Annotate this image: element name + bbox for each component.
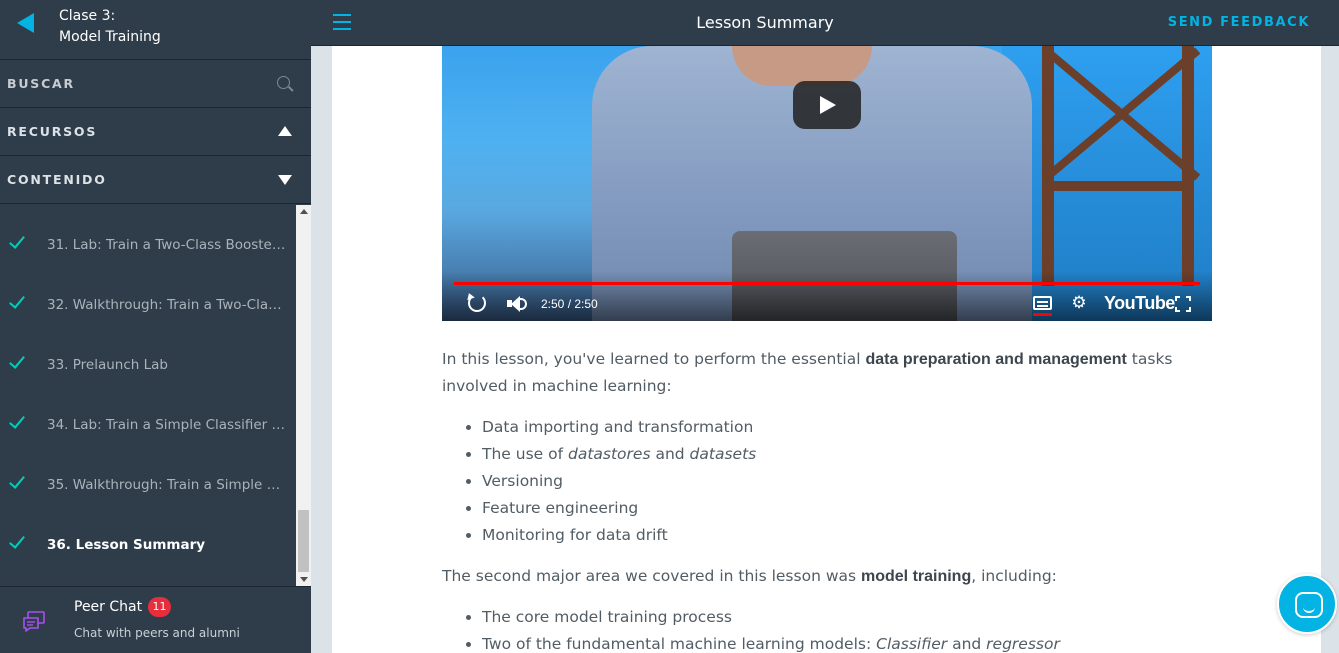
search-icon[interactable] [277, 76, 290, 89]
training-list: The core model training process Two of t… [482, 604, 1212, 653]
lesson-scrollbar[interactable] [296, 205, 311, 586]
send-feedback-link[interactable]: SEND FEEDBACK [1168, 15, 1310, 30]
text: The use of [482, 445, 568, 463]
video-scene [1042, 181, 1194, 191]
emphasis: model training [861, 568, 972, 585]
data-tasks-list: Data importing and transformation The us… [482, 414, 1212, 549]
video-progress-bar[interactable] [454, 282, 1200, 285]
video-time: 2:50 / 2:50 [541, 297, 598, 311]
course-title: Clase 3: Model Training [59, 6, 161, 48]
lesson-article: In this lesson, you've learned to perfor… [442, 346, 1212, 653]
lesson-label: 33. Prelaunch Lab [47, 357, 168, 373]
replay-icon[interactable] [468, 294, 486, 312]
emphasis: data preparation and management [865, 351, 1127, 368]
list-item: Two of the fundamental machine learning … [482, 631, 1212, 653]
video-player[interactable]: 2:50 / 2:50 ⚙ YouTube [442, 46, 1212, 321]
course-line-1: Clase 3: [59, 8, 116, 24]
page-title: Lesson Summary [696, 13, 834, 32]
italic-term: datasets [689, 445, 757, 463]
list-item: The use of datastores and datasets [482, 441, 1212, 468]
settings-gear-icon[interactable]: ⚙ [1071, 295, 1087, 312]
scroll-thumb[interactable] [298, 510, 309, 572]
italic-term: regressor [986, 635, 1060, 653]
peer-chat-subtitle: Chat with peers and alumni [74, 626, 240, 640]
resources-toggle[interactable]: RECURSOS [0, 108, 311, 156]
lesson-label: 36. Lesson Summary [47, 537, 206, 553]
top-bar: Lesson Summary SEND FEEDBACK [311, 0, 1339, 46]
lesson-list: 31. Lab: Train a Two-Class Boosted Decis… [0, 205, 296, 586]
italic-term: datastores [567, 445, 651, 463]
check-icon [9, 472, 25, 489]
peer-chat-title: Peer Chat [74, 599, 143, 615]
italic-term: Classifier [876, 635, 948, 653]
lesson-label: 32. Walkthrough: Train a Two-Class Boost… [47, 297, 287, 313]
chat-icon [23, 611, 45, 632]
lesson-item-34[interactable]: 34. Lab: Train a Simple Classifier with … [0, 391, 296, 451]
unread-badge: 11 [148, 597, 171, 617]
scroll-down-icon[interactable] [300, 577, 308, 582]
check-icon [9, 232, 25, 249]
check-icon [9, 532, 25, 549]
lesson-label: 34. Lab: Train a Simple Classifier with … [47, 417, 287, 433]
list-item: Versioning [482, 468, 1212, 495]
check-icon [9, 412, 25, 429]
lesson-label: 31. Lab: Train a Two-Class Boosted Decis… [47, 237, 287, 253]
captions-icon[interactable] [1033, 296, 1052, 310]
text: The second major area we covered in this… [442, 567, 861, 585]
list-item: Monitoring for data drift [482, 522, 1212, 549]
lesson-item-31[interactable]: 31. Lab: Train a Two-Class Boosted Decis… [0, 211, 296, 271]
lesson-item-35[interactable]: 35. Walkthrough: Train a Simple Classifi… [0, 451, 296, 511]
text: In this lesson, you've learned to perfor… [442, 350, 866, 368]
lesson-item-36[interactable]: 36. Lesson Summary [0, 511, 296, 571]
search-row[interactable]: BUSCAR [0, 60, 311, 108]
help-chat-icon [1295, 592, 1323, 618]
check-icon [9, 292, 25, 309]
list-item: The core model training process [482, 604, 1212, 631]
video-presenter-neck [732, 46, 872, 86]
lesson-item-32[interactable]: 32. Walkthrough: Train a Two-Class Boost… [0, 271, 296, 331]
lesson-item-33[interactable]: 33. Prelaunch Lab [0, 331, 296, 391]
video-controls: 2:50 / 2:50 ⚙ YouTube [442, 286, 1212, 321]
lesson-content[interactable]: 2:50 / 2:50 ⚙ YouTube In this lesson, yo… [332, 46, 1321, 653]
content-toggle[interactable]: CONTENIDO [0, 156, 311, 204]
course-line-2: Model Training [59, 29, 161, 45]
fullscreen-icon[interactable] [1175, 296, 1191, 312]
peer-chat[interactable]: Peer Chat 11 Chat with peers and alumni [0, 586, 311, 653]
triangle-down-icon [278, 175, 292, 185]
lesson-label: 35. Walkthrough: Train a Simple Classifi… [47, 477, 287, 493]
text: and [650, 445, 690, 463]
text: Two of the fundamental machine learning … [482, 635, 877, 653]
triangle-up-icon [278, 126, 292, 136]
help-chat-button[interactable] [1277, 574, 1337, 634]
resources-label: RECURSOS [7, 124, 98, 139]
paragraph-training: The second major area we covered in this… [442, 563, 1212, 590]
paragraph-intro: In this lesson, you've learned to perfor… [442, 346, 1212, 400]
check-icon [9, 352, 25, 369]
play-button[interactable] [793, 81, 861, 129]
scroll-up-icon[interactable] [300, 209, 308, 214]
youtube-logo[interactable]: YouTube [1104, 293, 1175, 314]
text: , including: [971, 567, 1057, 585]
sidebar: Clase 3: Model Training BUSCAR RECURSOS … [0, 0, 311, 653]
captions-active-indicator [1033, 313, 1052, 316]
text: and [947, 635, 987, 653]
search-label: BUSCAR [7, 76, 75, 91]
list-item: Data importing and transformation [482, 414, 1212, 441]
volume-icon[interactable] [507, 295, 527, 313]
list-item: Feature engineering [482, 495, 1212, 522]
back-arrow-icon[interactable] [17, 13, 34, 33]
content-label: CONTENIDO [7, 172, 107, 187]
course-header[interactable]: Clase 3: Model Training [0, 0, 311, 60]
